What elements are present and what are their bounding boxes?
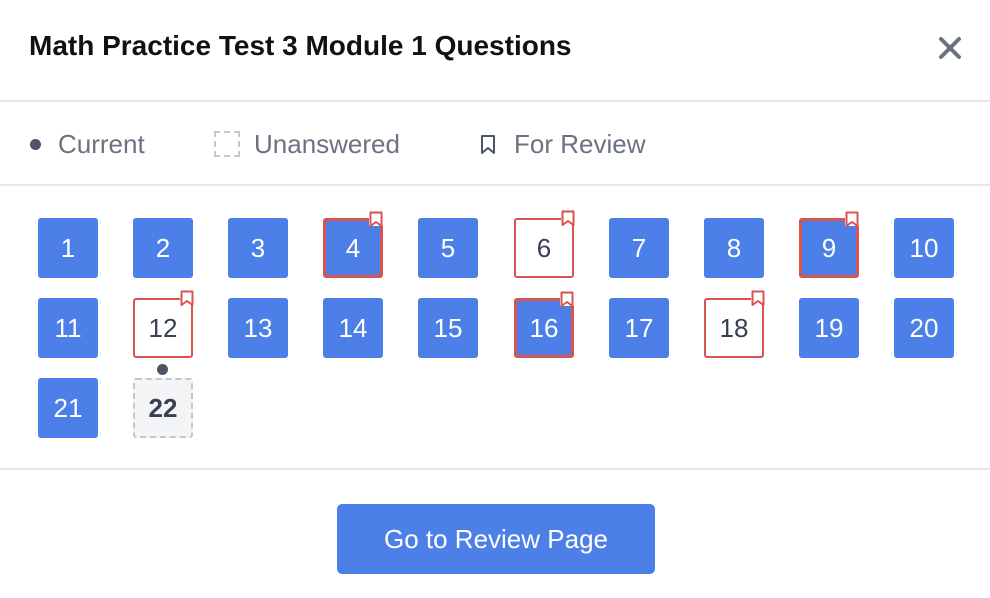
question-cell[interactable]: 20 <box>894 298 954 358</box>
question-number: 19 <box>814 312 844 343</box>
question-cell[interactable]: 2 <box>133 218 193 278</box>
question-cell[interactable]: 21 <box>38 378 98 438</box>
legend-unanswered-label: Unanswered <box>254 128 400 159</box>
question-cell[interactable]: 18 <box>704 290 765 358</box>
question-number: 22 <box>148 392 178 423</box>
dialog-header: Math Practice Test 3 Module 1 Questions <box>0 0 990 102</box>
question-cell[interactable]: 22 <box>133 378 193 438</box>
question-grid: 1 2 3 4 5 6 7 8 9 10 11 12 13 14 15 16 17 18 19 20 21 22 <box>0 186 990 470</box>
question-navigator-dialog: Math Practice Test 3 Module 1 Questions … <box>0 0 990 598</box>
question-number: 15 <box>433 312 463 343</box>
close-button[interactable] <box>932 30 968 66</box>
review-flag-icon <box>560 291 574 307</box>
legend-current: Current <box>30 128 145 160</box>
question-number: 12 <box>148 312 178 343</box>
question-number: 9 <box>821 232 837 263</box>
question-number: 7 <box>631 232 647 263</box>
question-cell[interactable]: 8 <box>704 218 764 278</box>
current-dot-icon <box>30 138 41 150</box>
question-cell[interactable]: 3 <box>228 218 288 278</box>
question-number: 21 <box>53 392 83 423</box>
review-flag-icon <box>369 211 383 227</box>
question-number: 17 <box>624 312 654 343</box>
question-cell[interactable]: 15 <box>418 298 478 358</box>
go-to-review-page-button[interactable]: Go to Review Page <box>337 504 655 574</box>
question-cell[interactable]: 12 <box>133 290 194 358</box>
dialog-footer: Go to Review Page <box>0 470 990 598</box>
dashed-box-icon <box>214 131 240 157</box>
question-number: 1 <box>60 232 76 263</box>
legend: Current Unanswered For Review <box>0 102 990 186</box>
review-flag-icon <box>751 290 765 306</box>
question-number: 11 <box>54 312 82 343</box>
legend-for-review: For Review <box>480 128 645 160</box>
question-number: 8 <box>726 232 742 263</box>
question-cell[interactable]: 17 <box>609 298 669 358</box>
legend-current-label: Current <box>58 128 145 159</box>
question-cell[interactable]: 10 <box>894 218 954 278</box>
question-number: 6 <box>536 232 552 263</box>
legend-unanswered: Unanswered <box>214 128 400 160</box>
question-number: 14 <box>338 312 368 343</box>
question-cell[interactable]: 11 <box>38 298 98 358</box>
dialog-title: Math Practice Test 3 Module 1 Questions <box>29 30 572 61</box>
question-number: 13 <box>243 312 273 343</box>
question-cell[interactable]: 6 <box>514 210 575 278</box>
question-number: 10 <box>909 232 939 263</box>
question-cell[interactable]: 4 <box>323 211 383 278</box>
question-cell[interactable]: 19 <box>799 298 859 358</box>
question-number: 2 <box>155 232 171 263</box>
close-icon <box>939 37 961 59</box>
question-number: 3 <box>250 232 266 263</box>
question-number: 4 <box>345 232 361 263</box>
question-cell[interactable]: 16 <box>514 291 574 358</box>
legend-for-review-label: For Review <box>514 128 646 159</box>
current-indicator-dot <box>157 364 168 375</box>
question-number: 18 <box>719 312 749 343</box>
review-flag-icon <box>180 290 194 306</box>
question-cell[interactable]: 14 <box>323 298 383 358</box>
question-cell[interactable]: 5 <box>418 218 478 278</box>
question-number: 20 <box>909 312 939 343</box>
review-flag-icon <box>561 210 575 226</box>
question-cell[interactable]: 1 <box>38 218 98 278</box>
bookmark-icon <box>480 133 498 155</box>
question-number: 5 <box>440 232 456 263</box>
question-cell[interactable]: 7 <box>609 218 669 278</box>
question-number: 16 <box>529 312 559 343</box>
review-flag-icon <box>845 211 859 227</box>
question-cell[interactable]: 13 <box>228 298 288 358</box>
question-cell[interactable]: 9 <box>799 211 859 278</box>
